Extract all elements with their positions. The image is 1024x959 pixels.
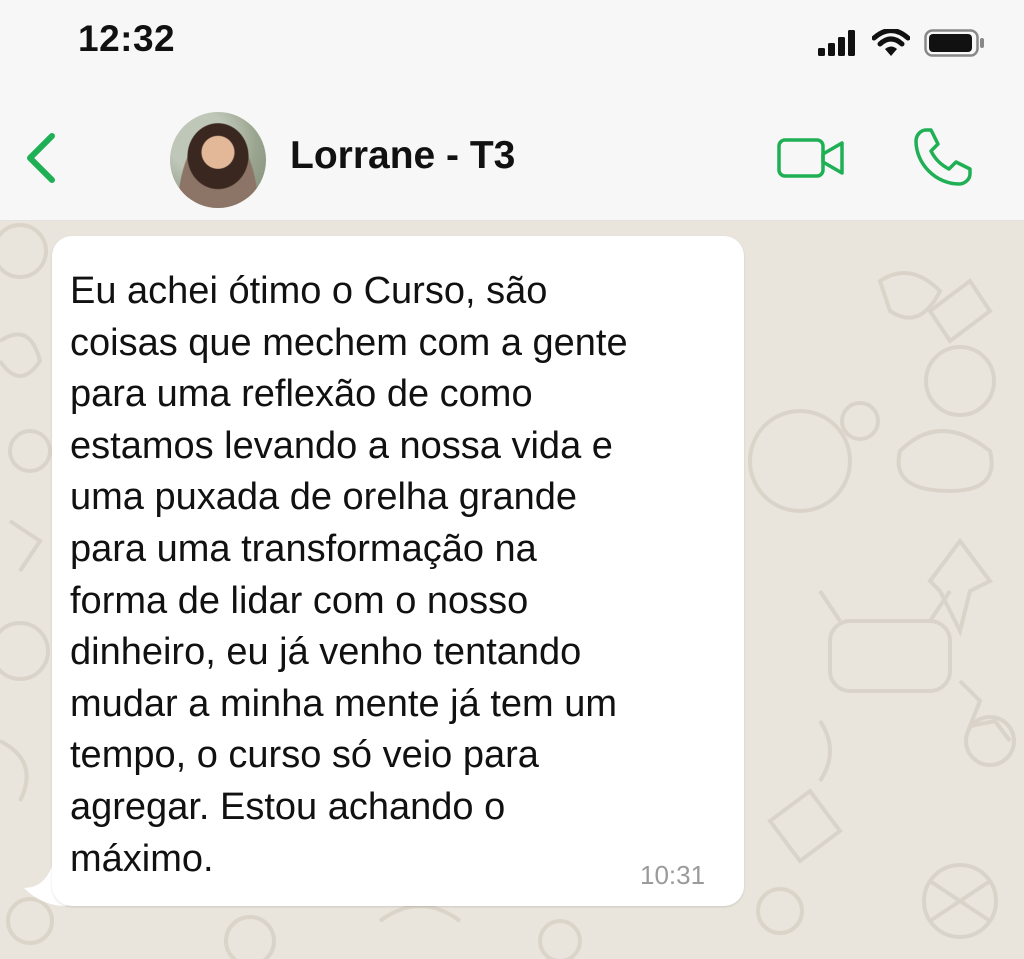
chevron-left-icon[interactable] [22,130,62,186]
avatar[interactable] [170,112,266,208]
status-bar: 12:32 [0,0,1024,92]
phone-icon[interactable] [912,126,974,188]
wifi-icon [872,29,910,56]
message-timestamp: 10:31 [640,860,706,890]
message-text: Eu achei ótimo o Curso, são coisas que m… [70,270,628,880]
contact-name[interactable]: Lorrane - T3 [290,134,515,178]
status-icons [818,26,986,60]
chat-header: Lorrane - T3 [0,92,1024,221]
video-camera-icon[interactable] [776,134,848,182]
signal-icon [818,30,855,56]
status-time: 12:32 [78,18,176,59]
battery-icon [924,29,984,57]
